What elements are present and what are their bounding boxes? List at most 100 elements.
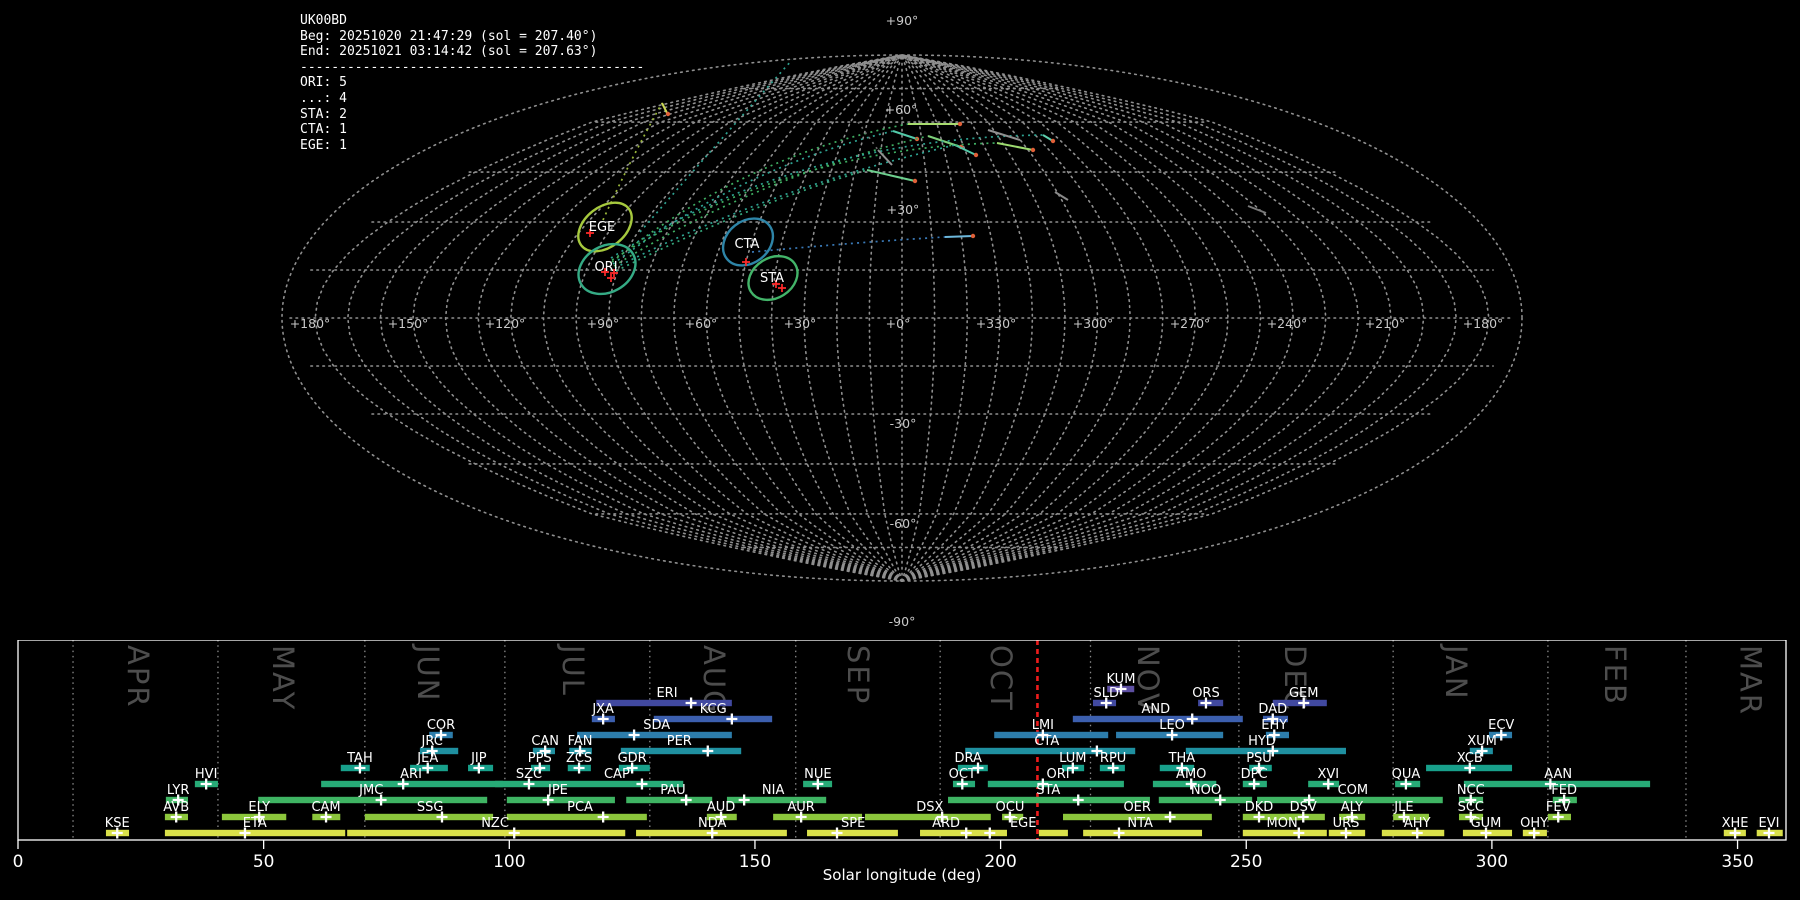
shower-peak-CAP xyxy=(636,778,648,790)
meteor-end-dot xyxy=(973,152,979,158)
shower-label-JEA: JEA xyxy=(416,751,438,766)
latitude-label: +60° xyxy=(885,102,918,117)
x-axis-title: Solar longitude (deg) xyxy=(823,866,981,884)
longitude-label: +300° xyxy=(1073,316,1114,331)
shower-label-TAH: TAH xyxy=(346,751,373,766)
shower-peak-STA xyxy=(1072,794,1084,806)
latitude-label: -90° xyxy=(889,614,916,629)
shower-label-GEM: GEM xyxy=(1289,686,1319,701)
shower-label-SSG: SSG xyxy=(417,800,444,815)
shower-label-JMC: JMC xyxy=(358,783,383,798)
shower-peak-NIA xyxy=(738,794,750,806)
header-line: ...: 4 xyxy=(300,90,347,106)
shower-label-SDA: SDA xyxy=(643,718,670,733)
longitude-label: +0° xyxy=(886,316,911,331)
shower-label-EGE: EGE xyxy=(1010,816,1037,831)
x-tick-label: 50 xyxy=(253,852,275,872)
longitude-label: +150° xyxy=(388,316,429,331)
shower-label-EVI: EVI xyxy=(1759,816,1780,831)
shower-label-ORI: ORI xyxy=(1047,767,1070,782)
shower-label-PCA: PCA xyxy=(567,800,593,815)
shower-label-DRA: DRA xyxy=(954,751,982,766)
shower-label-NUE: NUE xyxy=(804,767,831,782)
shower-label-CAM: CAM xyxy=(311,800,340,815)
shower-bar-EGE xyxy=(1038,829,1068,837)
station-id: UK00BD xyxy=(300,13,347,28)
meteor-end-dot xyxy=(970,233,976,239)
header-line: ORI: 5 xyxy=(300,75,347,91)
shower-label-AND: AND xyxy=(1142,702,1171,717)
shower-label-RPU: RPU xyxy=(1100,751,1126,766)
longitude-label: +90° xyxy=(587,316,620,331)
shower-label-COM: COM xyxy=(1338,783,1369,798)
meteor-end-dot xyxy=(665,111,671,117)
shower-label-ORS: ORS xyxy=(1192,686,1220,701)
month-label-APR: APR xyxy=(121,645,155,708)
shower-label-ERI: ERI xyxy=(656,686,677,701)
meteor-trail xyxy=(954,144,977,156)
shower-peak-EGE xyxy=(984,827,996,839)
radiant-label-CTA: CTA xyxy=(735,237,760,252)
meteor-end-dot xyxy=(1030,147,1036,153)
shower-label-HVI: HVI xyxy=(195,767,218,782)
shower-label-AVB: AVB xyxy=(163,800,189,815)
shower-label-SCC: SCC xyxy=(1458,800,1484,815)
shower-label-NDA: NDA xyxy=(698,816,727,831)
shower-label-LEO: LEO xyxy=(1159,718,1185,733)
shower-peak-NZC xyxy=(508,827,520,839)
shower-label-NCC: NCC xyxy=(1457,783,1485,798)
longitude-label: +120° xyxy=(485,316,526,331)
shower-label-LYR: LYR xyxy=(167,783,190,798)
month-label-JUL: JUL xyxy=(556,643,590,697)
shower-label-ALY: ALY xyxy=(1341,800,1363,815)
shower-label-JLE: JLE xyxy=(1393,800,1413,815)
shower-peak-ERI xyxy=(685,697,697,709)
meteor-trail-extension xyxy=(611,142,998,261)
shower-activity-timeline: APR MAY JUN JUL AUG SEP OCT NOV DEC JAN FEB MARKUME… xyxy=(13,640,1787,884)
shower-label-ARI: ARI xyxy=(400,767,422,782)
shower-label-XUM: XUM xyxy=(1467,734,1497,749)
shower-label-SLD: SLD xyxy=(1093,686,1119,701)
longitude-label: +180° xyxy=(1463,316,1504,331)
x-tick-label: 150 xyxy=(739,852,771,872)
shower-label-OER: OER xyxy=(1123,800,1150,815)
meteor-end-dot xyxy=(912,178,918,184)
shower-label-SPE: SPE xyxy=(841,816,865,831)
shower-label-EHY: EHY xyxy=(1261,718,1287,733)
shower-label-THA: THA xyxy=(1168,751,1196,766)
month-label-MAR: MAR xyxy=(1733,645,1767,716)
shower-label-PER: PER xyxy=(667,734,692,749)
meteor-summary-plot: UK00BD Beg: 20251020 21:47:29 (sol = 207.… xyxy=(0,0,1800,900)
shower-label-ARD: ARD xyxy=(932,816,960,831)
latitude-label: +90° xyxy=(886,13,919,28)
shower-label-COR: COR xyxy=(427,718,455,733)
meteor-trail xyxy=(1054,191,1069,201)
shower-peak-SDA xyxy=(628,729,640,741)
month-label-OCT: OCT xyxy=(984,645,1018,712)
shower-label-JXA: JXA xyxy=(591,702,614,717)
shower-label-HYD: HYD xyxy=(1248,734,1276,749)
shower-label-ETA: ETA xyxy=(243,816,267,831)
shower-label-NTA: NTA xyxy=(1127,816,1153,831)
shower-label-ECV: ECV xyxy=(1488,718,1514,733)
meteor-trail-extension xyxy=(857,121,879,151)
shower-label-KCG: KCG xyxy=(700,702,727,717)
x-tick-label: 100 xyxy=(493,852,525,872)
shower-label-ELY: ELY xyxy=(248,800,270,815)
month-label-MAY: MAY xyxy=(266,645,300,711)
shower-label-PAU: PAU xyxy=(660,783,685,798)
grid-meridian xyxy=(607,54,903,582)
month-label-SEP: SEP xyxy=(841,645,875,705)
shower-label-PSU: PSU xyxy=(1246,751,1272,766)
shower-label-FAN: FAN xyxy=(568,734,593,749)
shower-label-DSX: DSX xyxy=(916,800,943,815)
shower-label-OCU: OCU xyxy=(996,800,1025,815)
radiant-label-EGE: EGE xyxy=(589,220,616,235)
shower-label-FED: FED xyxy=(1551,783,1577,798)
latitude-label: +30° xyxy=(887,202,920,217)
radiant-label-STA: STA xyxy=(760,271,784,286)
shower-label-XHE: XHE xyxy=(1722,816,1749,831)
shower-peak-KCG xyxy=(726,713,738,725)
x-tick-label: 300 xyxy=(1476,852,1508,872)
meteor-trail xyxy=(892,130,918,140)
